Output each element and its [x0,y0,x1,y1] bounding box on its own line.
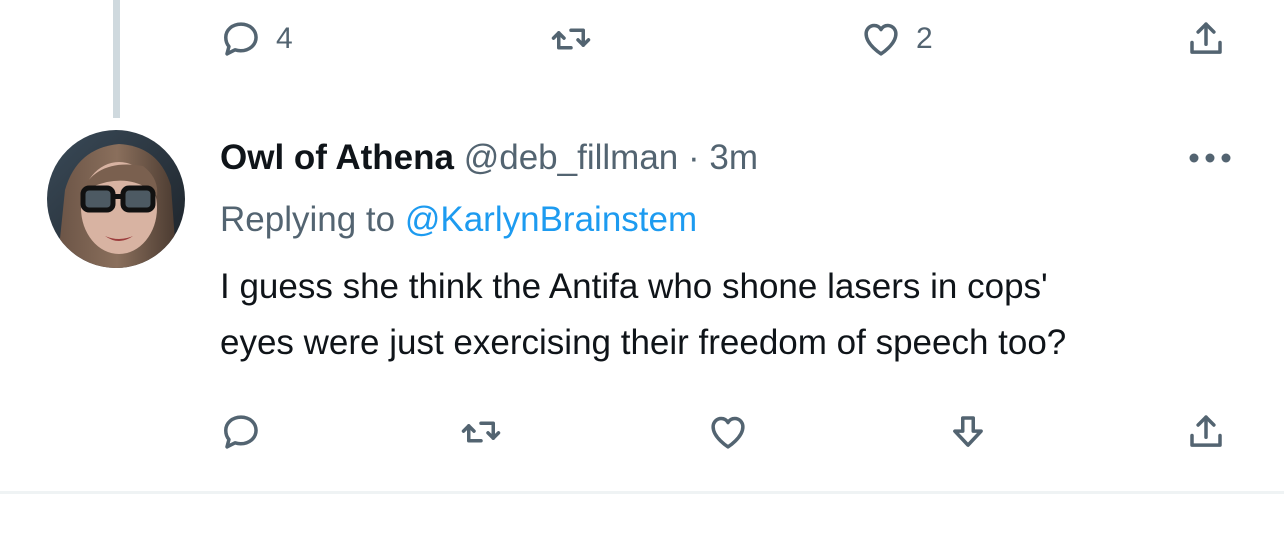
like-button[interactable]: 2 [860,14,933,64]
tweet-text: I guess she think the Antifa who shone l… [220,259,1260,371]
down-arrow-icon [947,411,989,453]
reply-icon [220,411,262,453]
tweet-timestamp[interactable]: 3m [709,138,758,177]
share-icon [1185,18,1227,60]
retweet-button[interactable] [550,14,592,64]
avatar[interactable] [47,130,185,268]
author-display-name[interactable]: Owl of Athena [220,138,454,177]
retweet-icon [550,18,592,60]
more-dots-icon [1187,151,1233,165]
tweet-action-bar [220,407,1235,457]
reply-icon [220,18,262,60]
share-button[interactable] [1185,407,1227,457]
retweet-icon [460,411,502,453]
replying-to-mention-link[interactable]: @KarlynBrainstem [405,200,697,239]
downvote-button[interactable] [947,407,989,457]
replying-to-label: Replying to [220,200,396,239]
share-icon [1185,411,1227,453]
replying-to-line: Replying to @KarlynBrainstem [220,196,697,244]
tweet-divider [0,491,1284,494]
thread-connector-line [113,0,120,118]
separator-dot: · [687,138,700,177]
reply-button[interactable] [220,407,262,457]
like-button[interactable] [707,407,749,457]
previous-tweet-action-bar: 4 2 [220,14,1235,64]
tweet-text-line: eyes were just exercising their freedom … [220,323,1067,362]
reply-count: 4 [276,22,293,55]
like-count: 2 [916,22,933,55]
retweet-button[interactable] [460,407,502,457]
tweet-header: Owl of Athena @deb_fillman · 3m [220,134,758,182]
heart-icon [707,411,749,453]
more-options-button[interactable] [1185,140,1235,176]
tweet-text-line: I guess she think the Antifa who shone l… [220,267,1048,306]
heart-icon [860,18,902,60]
author-handle[interactable]: @deb_fillman [464,138,679,177]
reply-button[interactable]: 4 [220,14,293,64]
share-button[interactable] [1185,14,1227,64]
